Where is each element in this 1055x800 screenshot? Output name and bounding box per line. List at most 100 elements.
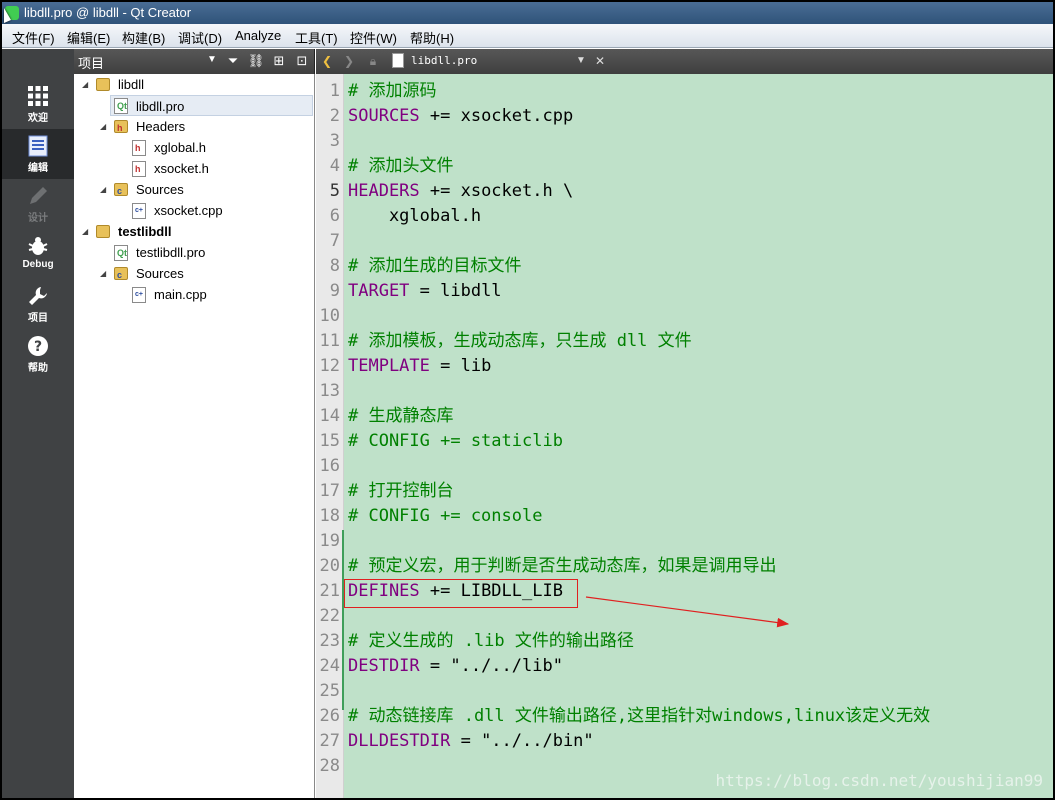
mode-edit[interactable]: 编辑 (2, 129, 74, 179)
code-line[interactable]: # 生成静态库 (348, 404, 453, 429)
project-folder-icon (96, 78, 110, 91)
code-line[interactable]: # CONFIG += console (348, 504, 542, 529)
code-line[interactable]: # 添加生成的目标文件 (348, 254, 521, 279)
collapse-arrow-icon[interactable]: ◢ (100, 263, 110, 284)
code-line[interactable]: DESTDIR = "../../lib" (348, 654, 563, 679)
menu-build[interactable]: 构建(B) (122, 28, 165, 47)
mode-projects[interactable]: 项目 (2, 279, 74, 329)
tree-node-xglobal-h[interactable]: h xglobal.h (74, 137, 312, 158)
wrench-icon (26, 285, 50, 307)
code-line[interactable]: TARGET = libdll (348, 279, 502, 304)
code-line[interactable]: # CONFIG += staticlib (348, 429, 563, 454)
code-line[interactable]: # 打开控制台 (348, 479, 453, 504)
line-number: 6 (329, 206, 340, 226)
menu-analyze[interactable]: Analyze (235, 28, 281, 43)
code-line[interactable]: xglobal.h (348, 204, 481, 229)
code-line[interactable]: HEADERS += xsocket.h \ (348, 179, 573, 204)
link-icon[interactable]: ⛓ (247, 52, 265, 70)
code-line[interactable]: # 添加源码 (348, 79, 436, 104)
mode-design-label: 设计 (28, 213, 48, 224)
tree-node-main-cpp[interactable]: c+ main.cpp (74, 284, 312, 305)
line-number: 1 (329, 81, 340, 101)
project-tree: ◢ libdll Qt libdll.pro ◢ h Headers h xgl… (74, 74, 315, 798)
mode-debug-label: Debug (22, 259, 54, 270)
line-number: 13 (319, 381, 340, 401)
mode-welcome[interactable]: 欢迎 (2, 79, 74, 129)
menu-help[interactable]: 帮助(H) (410, 28, 454, 47)
tree-node-headers[interactable]: ◢ h Headers (74, 116, 312, 137)
qmake-value: = libdll (409, 281, 502, 301)
source-file-icon: c+ (132, 203, 146, 219)
project-folder-icon (96, 225, 110, 238)
menu-edit[interactable]: 编辑(E) (67, 28, 110, 47)
tree-node-testlibdll[interactable]: ◢ testlibdll (74, 221, 312, 242)
code-line[interactable]: TEMPLATE = lib (348, 354, 491, 379)
line-number: 2 (329, 106, 340, 126)
tree-node-sources-2[interactable]: ◢ c Sources (74, 263, 312, 284)
line-number: 3 (329, 131, 340, 151)
mode-design[interactable]: 设计 (2, 179, 74, 229)
tree-node-sources[interactable]: ◢ c Sources (74, 179, 312, 200)
close-panel-icon[interactable]: ⊡ (293, 52, 311, 70)
window-title: libdll.pro @ libdll - Qt Creator (24, 5, 192, 20)
grid-icon (26, 85, 50, 107)
code-line[interactable]: # 预定义宏，用于判断是否生成动态库，如果是调用导出 (348, 554, 776, 579)
code-line[interactable]: # 添加头文件 (348, 154, 453, 179)
mode-help[interactable]: ? 帮助 (2, 329, 74, 379)
collapse-arrow-icon[interactable]: ◢ (100, 116, 110, 137)
view-dropdown-chevron-icon[interactable]: ▼ (207, 54, 217, 65)
bug-icon (26, 235, 50, 257)
mode-selector: 欢迎 编辑 设计 Debug 项目 ? 帮助 (2, 49, 74, 798)
code-line[interactable]: DLLDESTDIR = "../../bin" (348, 729, 594, 754)
menu-widgets[interactable]: 控件(W) (350, 28, 397, 47)
split-icon[interactable]: ⊞ (270, 52, 288, 70)
tree-node-testlibdll-pro[interactable]: Qt testlibdll.pro (74, 242, 312, 263)
code-line[interactable]: # 动态链接库 .dll 文件输出路径,这里指针对windows,linux该定… (348, 704, 930, 729)
tree-node-libdll[interactable]: ◢ libdll (74, 74, 312, 95)
collapse-arrow-icon[interactable]: ◢ (100, 179, 110, 200)
code-line[interactable]: SOURCES += xsocket.cpp (348, 104, 573, 129)
qmake-variable: HEADERS (348, 181, 420, 201)
line-number: 26 (319, 706, 340, 726)
code-line[interactable]: # 定义生成的 .lib 文件的输出路径 (348, 629, 634, 654)
code-editor[interactable]: # 添加源码 SOURCES += xsocket.cpp # 添加头文件 HEADE… (344, 74, 1053, 798)
forward-arrow-icon[interactable]: ❯ (340, 52, 358, 70)
code-line[interactable]: # 添加模板，生成动态库，只生成 dll 文件 (348, 329, 692, 354)
project-panel-toolbar: 项目 ▼ ⏷ ⛓ ⊞ ⊡ (74, 49, 315, 74)
open-file-name[interactable]: libdll.pro (411, 54, 477, 67)
tree-node-libdll-pro[interactable]: Qt libdll.pro (110, 95, 313, 116)
line-number: 25 (319, 681, 340, 701)
qt-creator-window: libdll.pro @ libdll - Qt Creator 文件(F) 编… (0, 0, 1055, 800)
editor-toolbar: ❮ ❯ 🔒︎ libdll.pro ▼ ✕ (316, 49, 1053, 74)
tree-node-xsocket-h[interactable]: h xsocket.h (74, 158, 312, 179)
back-arrow-icon[interactable]: ❮ (318, 52, 336, 70)
collapse-arrow-icon[interactable]: ◢ (82, 221, 92, 242)
project-panel-title: 项目 (78, 56, 105, 71)
line-number: 10 (319, 306, 340, 326)
folder-icon: h (114, 120, 128, 133)
collapse-arrow-icon[interactable]: ◢ (82, 74, 92, 95)
qmake-variable: SOURCES (348, 106, 420, 126)
line-number: 19 (319, 531, 340, 551)
filter-icon[interactable]: ⏷ (224, 52, 242, 70)
title-bar: libdll.pro @ libdll - Qt Creator (2, 2, 1053, 24)
mode-debug[interactable]: Debug (2, 229, 74, 279)
menu-tools[interactable]: 工具(T) (295, 28, 338, 47)
line-number: 24 (319, 656, 340, 676)
line-number: 20 (319, 556, 340, 576)
tree-node-xsocket-cpp[interactable]: c+ xsocket.cpp (74, 200, 312, 221)
menu-debug[interactable]: 调试(D) (178, 28, 222, 47)
folder-icon: c (114, 183, 128, 196)
close-file-icon[interactable]: ✕ (591, 52, 609, 70)
menu-file[interactable]: 文件(F) (12, 28, 55, 47)
tree-label: Sources (136, 266, 184, 281)
line-number: 7 (329, 231, 340, 251)
file-dropdown-chevron-icon[interactable]: ▼ (572, 52, 590, 70)
line-number: 21 (319, 581, 340, 601)
line-number: 12 (319, 356, 340, 376)
mode-welcome-label: 欢迎 (28, 113, 48, 124)
line-number: 9 (329, 281, 340, 301)
qmake-value: += xsocket.h \ (419, 181, 574, 201)
line-number: 23 (319, 631, 340, 651)
qmake-value: = lib (429, 356, 492, 376)
